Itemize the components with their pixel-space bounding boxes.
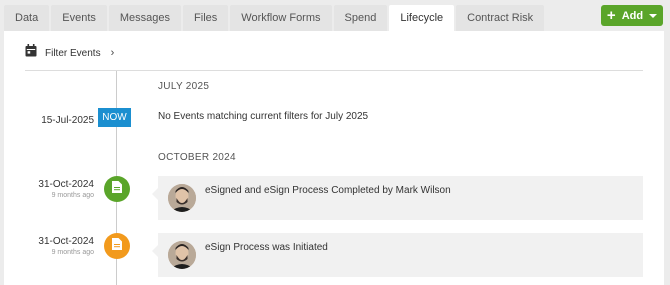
event-marker-initiated[interactable] (104, 233, 130, 259)
now-badge: NOW (98, 108, 131, 127)
tab-files[interactable]: Files (183, 5, 229, 31)
chevron-right-icon: › (110, 47, 115, 59)
event-marker-completed[interactable] (104, 176, 130, 202)
add-button-label: Add (621, 9, 644, 22)
tab-messages[interactable]: Messages (108, 5, 182, 31)
event-date-cell: 15-Jul-2025 (41, 115, 94, 126)
empty-events-message: No Events matching current filters for J… (158, 111, 369, 122)
event-relative-time: 9 months ago (51, 249, 94, 256)
event-date: 15-Jul-2025 (41, 115, 94, 126)
event-relative-time: 9 months ago (51, 192, 94, 199)
add-button[interactable]: + Add (601, 5, 663, 26)
event-card[interactable]: eSign Process was Initiated (152, 233, 643, 277)
avatar (168, 241, 196, 269)
month-heading: JULY 2025 (158, 81, 210, 92)
tab-lifecycle[interactable]: Lifecycle (389, 5, 455, 31)
calendar-icon (25, 44, 37, 62)
month-heading: OCTOBER 2024 (158, 152, 236, 163)
filter-events-label: Filter Events (45, 47, 101, 59)
tab-contract-risk[interactable]: Contract Risk (456, 5, 545, 31)
tab-bar: Data Events Messages Files Workflow Form… (4, 5, 546, 31)
caret-down-icon (649, 13, 658, 18)
event-description: eSigned and eSign Process Completed by M… (205, 185, 451, 196)
document-icon (112, 237, 122, 255)
event-card[interactable]: eSigned and eSign Process Completed by M… (152, 176, 643, 220)
divider (25, 70, 643, 71)
avatar (168, 184, 196, 212)
plus-icon: + (606, 7, 616, 24)
event-date-cell: 31-Oct-2024 9 months ago (38, 236, 94, 256)
tab-data[interactable]: Data (4, 5, 50, 31)
tab-spend[interactable]: Spend (333, 5, 388, 31)
event-description: eSign Process was Initiated (205, 242, 328, 253)
lifecycle-panel: Filter Events › JULY 2025 15-Jul-2025 NO… (4, 31, 664, 285)
event-date-cell: 31-Oct-2024 9 months ago (38, 179, 94, 199)
event-date: 31-Oct-2024 (38, 179, 94, 190)
document-icon (112, 180, 122, 198)
event-date: 31-Oct-2024 (38, 236, 94, 247)
tab-events[interactable]: Events (51, 5, 107, 31)
tab-workflow-forms[interactable]: Workflow Forms (230, 5, 332, 31)
filter-events-toggle[interactable]: Filter Events › (25, 44, 114, 62)
